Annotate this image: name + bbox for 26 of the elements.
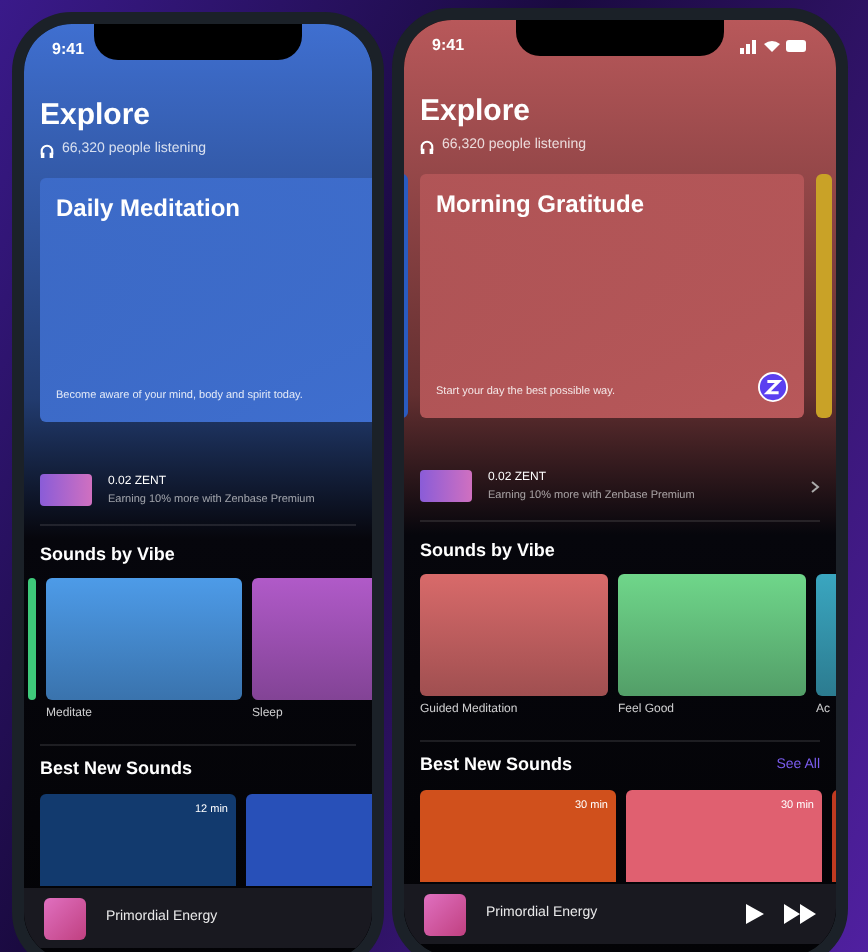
- headphones-icon: [40, 143, 54, 158]
- status-icons: [740, 38, 808, 54]
- vibe-tile[interactable]: [46, 578, 242, 701]
- section-title: Best New Sounds: [40, 756, 193, 783]
- headphones-icon: [420, 139, 434, 154]
- status-time: 9:41: [432, 34, 465, 58]
- card-title: Morning Gratitude: [436, 189, 646, 219]
- play-icon[interactable]: [746, 904, 764, 924]
- vibe-tile[interactable]: [420, 574, 608, 697]
- page-title: Explore: [420, 96, 533, 126]
- card-title: Daily Meditation: [56, 193, 243, 223]
- track-artwork: [44, 897, 86, 939]
- token-thumbnail: [420, 470, 472, 503]
- peek-tile[interactable]: [28, 578, 36, 701]
- token-thumbnail: [40, 474, 92, 507]
- peek-card[interactable]: [816, 173, 832, 417]
- logo-badge-icon: [758, 371, 788, 401]
- section-title: Sounds by Vibe: [420, 537, 557, 564]
- vibe-tile[interactable]: [618, 574, 806, 697]
- section-title: Sounds by Vibe: [40, 541, 177, 568]
- track-artwork: [424, 893, 466, 935]
- section-title: Best New Sounds: [420, 752, 573, 779]
- status-time: 9:41: [52, 38, 85, 62]
- page-title: Explore: [40, 100, 153, 130]
- chevron-right-icon[interactable]: [810, 479, 820, 494]
- fast-forward-icon[interactable]: [784, 904, 816, 924]
